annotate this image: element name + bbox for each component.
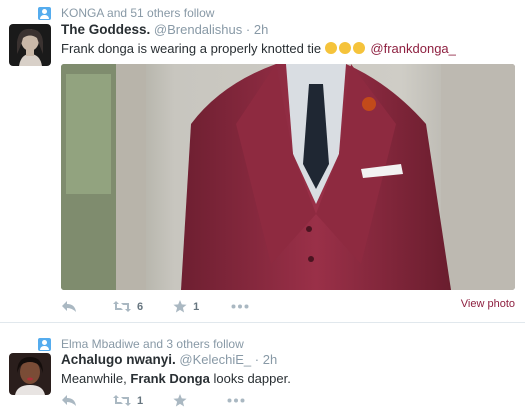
- follow-context-icon: [38, 337, 51, 351]
- tweet-text-suffix: looks dapper.: [213, 371, 291, 386]
- mention-link[interactable]: @frankdonga_: [370, 41, 455, 56]
- social-context-text: KONGA and 51 others follow: [61, 6, 215, 20]
- tweet-actions: 6 1: [61, 300, 249, 313]
- separator: ·: [245, 22, 251, 37]
- laughing-emoji-icon: [338, 42, 351, 54]
- tweet-text-bold: Frank Donga: [130, 371, 210, 386]
- username[interactable]: @Brendalishus: [154, 22, 242, 37]
- reply-button[interactable]: [61, 300, 77, 313]
- social-context: Elma Mbadiwe and 3 others follow: [38, 336, 244, 352]
- more-icon: [227, 398, 245, 403]
- more-icon: [231, 304, 249, 309]
- reply-icon: [62, 395, 76, 406]
- retweet-count: 6: [137, 300, 144, 313]
- reply-icon: [62, 301, 76, 312]
- laughing-emoji-icon: [324, 42, 337, 54]
- retweet-button[interactable]: 6: [113, 300, 143, 313]
- favorite-button[interactable]: 1: [173, 300, 199, 313]
- star-icon: [173, 394, 187, 407]
- username[interactable]: @KelechiE_: [179, 352, 251, 367]
- avatar[interactable]: [9, 353, 51, 395]
- tweet-header: The Goddess. @Brendalishus · 2h: [61, 22, 268, 37]
- favorite-button[interactable]: [173, 394, 187, 407]
- timestamp[interactable]: 2h: [254, 22, 268, 37]
- avatar[interactable]: [9, 24, 51, 66]
- retweet-icon: [113, 301, 131, 312]
- tweet[interactable]: Elma Mbadiwe and 3 others follow Achalug…: [0, 324, 525, 414]
- reply-button[interactable]: [61, 394, 77, 407]
- tweet[interactable]: KONGA and 51 others follow The Goddess. …: [0, 0, 525, 323]
- fullname[interactable]: Achalugo nwanyi.: [61, 352, 176, 367]
- tweet-text-body: Frank donga is wearing a properly knotte…: [61, 41, 322, 56]
- separator: ·: [254, 352, 260, 367]
- follow-context-icon: [38, 6, 51, 20]
- fullname[interactable]: The Goddess.: [61, 22, 150, 37]
- tweet-photo[interactable]: [61, 64, 515, 290]
- social-context: KONGA and 51 others follow: [38, 5, 214, 21]
- retweet-icon: [113, 395, 131, 406]
- tweet-text: Meanwhile, Frank Donga looks dapper.: [61, 371, 291, 386]
- view-photo-link[interactable]: View photo: [461, 298, 515, 310]
- tweet-text-prefix: Meanwhile,: [61, 371, 127, 386]
- star-icon: [173, 300, 187, 313]
- more-button[interactable]: [227, 398, 245, 403]
- favorite-count: 1: [193, 300, 200, 313]
- retweet-button[interactable]: 1: [113, 394, 143, 407]
- more-button[interactable]: [231, 304, 249, 309]
- social-context-text: Elma Mbadiwe and 3 others follow: [61, 337, 244, 351]
- timestamp[interactable]: 2h: [263, 352, 277, 367]
- emoji-group: [324, 41, 371, 56]
- laughing-emoji-icon: [352, 42, 365, 54]
- tweet-text: Frank donga is wearing a properly knotte…: [61, 41, 456, 56]
- tweet-actions: 1: [61, 394, 245, 407]
- tweet-header: Achalugo nwanyi. @KelechiE_ · 2h: [61, 352, 277, 367]
- retweet-count: 1: [137, 394, 144, 407]
